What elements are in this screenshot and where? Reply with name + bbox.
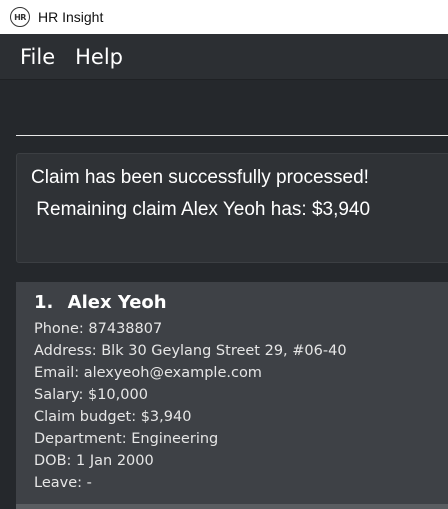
window-title: HR Insight (38, 9, 104, 25)
result-display: Claim has been successfully processed! R… (16, 153, 448, 263)
person-name: Alex Yeoh (67, 292, 167, 313)
person-email: Email: alexyeoh@example.com (34, 365, 262, 381)
person-leave: Leave: - (34, 475, 92, 491)
next-card-edge (16, 504, 448, 509)
person-salary: Salary: $10,000 (34, 387, 148, 403)
title-bar: HR HR Insight (0, 0, 448, 34)
menu-bar: File Help (0, 34, 448, 80)
menu-help[interactable]: Help (67, 45, 135, 69)
person-card[interactable]: 1. Alex Yeoh Phone: 87438807 Address: Bl… (16, 282, 448, 509)
command-box (0, 80, 448, 148)
person-address: Address: Blk 30 Geylang Street 29, #06-4… (34, 343, 347, 359)
person-name-row: 1. Alex Yeoh (34, 292, 438, 313)
person-list[interactable]: 1. Alex Yeoh Phone: 87438807 Address: Bl… (0, 270, 448, 509)
person-dob: DOB: 1 Jan 2000 (34, 453, 154, 469)
person-claim-budget: Claim budget: $3,940 (34, 409, 192, 425)
hr-logo-icon: HR (10, 7, 30, 27)
person-department: Department: Engineering (34, 431, 219, 447)
command-input[interactable] (16, 96, 448, 136)
person-index: 1. (34, 292, 54, 313)
menu-file[interactable]: File (0, 45, 67, 69)
person-phone: Phone: 87438807 (34, 321, 163, 337)
